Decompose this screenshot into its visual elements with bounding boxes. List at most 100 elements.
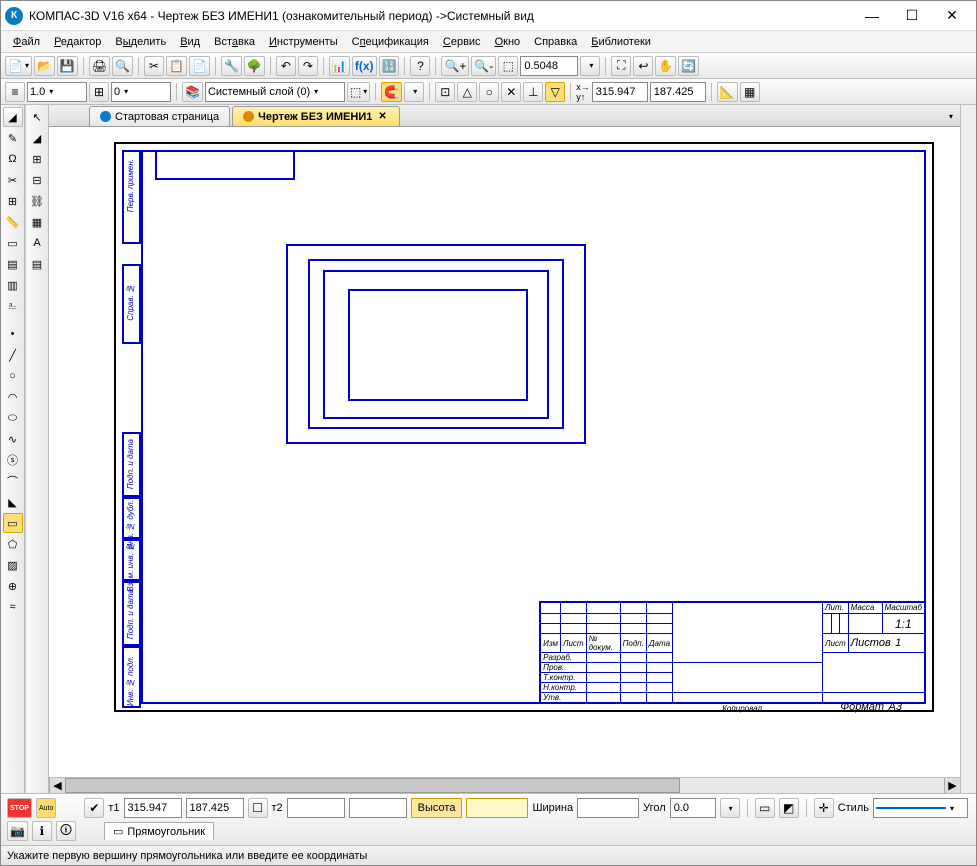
select-panel-button[interactable]: ▭ bbox=[3, 233, 23, 253]
geometry-panel-button[interactable]: ◢ bbox=[3, 107, 23, 127]
open-button[interactable]: 📂 bbox=[34, 56, 55, 76]
collect-tool-button[interactable]: ⊕ bbox=[3, 576, 23, 596]
fx-button[interactable]: f(x) bbox=[352, 56, 377, 76]
zoom-prev-button[interactable]: ↩ bbox=[633, 56, 653, 76]
redo-button[interactable]: ↷ bbox=[298, 56, 318, 76]
snap-tan-button[interactable]: ⊥ bbox=[523, 82, 543, 102]
vscrollbar[interactable] bbox=[960, 105, 976, 793]
coord-y-field[interactable]: 187.425 bbox=[650, 82, 706, 102]
save-button[interactable]: 💾 bbox=[57, 56, 78, 76]
copy-button[interactable]: 📋 bbox=[166, 56, 187, 76]
prop-tab-rectangle[interactable]: ▭ Прямоугольник bbox=[104, 822, 214, 840]
tab-drawing[interactable]: Чертеж БЕЗ ИМЕНИ1✕ bbox=[232, 106, 400, 126]
camera-button[interactable]: 📷 bbox=[7, 821, 28, 841]
layer-opts-button[interactable]: ⬚ bbox=[347, 82, 370, 102]
t2-x-field[interactable] bbox=[287, 798, 345, 818]
auto-button[interactable]: Auto bbox=[36, 798, 56, 818]
menu-select[interactable]: Выделить bbox=[109, 34, 172, 50]
aux4-button[interactable]: ⊟ bbox=[27, 170, 47, 190]
width-field[interactable] bbox=[577, 798, 639, 818]
snap-menu-button[interactable] bbox=[404, 82, 424, 102]
chamfer-tool-button[interactable]: ◣ bbox=[3, 492, 23, 512]
angle-drop-button[interactable] bbox=[720, 798, 740, 818]
step-icon[interactable]: ⊞ bbox=[89, 82, 109, 102]
zoom-in-button[interactable]: 🔍+ bbox=[441, 56, 469, 76]
tab-close-button[interactable]: ✕ bbox=[376, 111, 388, 122]
measure-panel-button[interactable]: 📏 bbox=[3, 212, 23, 232]
menu-service[interactable]: Сервис bbox=[437, 34, 487, 50]
point-tool-button[interactable]: • bbox=[3, 324, 23, 344]
minimize-button[interactable]: — bbox=[852, 4, 892, 28]
t2-y-field[interactable] bbox=[349, 798, 407, 818]
t1-y-field[interactable]: 187.425 bbox=[186, 798, 244, 818]
prop-options-button[interactable]: 🛈 bbox=[56, 821, 76, 841]
circle-tool-button[interactable]: ○ bbox=[3, 366, 23, 386]
fillet-tool-button[interactable]: ⌒ bbox=[3, 471, 23, 491]
paste-button[interactable]: 📄 bbox=[189, 56, 210, 76]
snap-end-button[interactable]: ⊡ bbox=[435, 82, 455, 102]
manager-button[interactable]: 📊 bbox=[329, 56, 350, 76]
print-button[interactable]: 🖨 bbox=[89, 56, 110, 76]
grid-button[interactable]: ▦ bbox=[740, 82, 760, 102]
spec-panel-button[interactable]: ▤ bbox=[3, 254, 23, 274]
style-combo[interactable]: ▾ bbox=[873, 798, 968, 818]
drawing-canvas[interactable]: Перв. примен. Справ. № Подп. и дата Инв.… bbox=[49, 127, 960, 777]
rectangle-tool-button[interactable]: ▭ bbox=[3, 513, 23, 533]
menu-file[interactable]: ФФайлайл bbox=[7, 34, 46, 50]
preview-button[interactable]: 🔍 bbox=[112, 56, 133, 76]
edit-panel-button[interactable]: ✂ bbox=[3, 170, 23, 190]
stop-button[interactable]: STOP bbox=[7, 798, 32, 818]
tab-start-page[interactable]: Стартовая страница bbox=[89, 106, 230, 126]
height-field[interactable] bbox=[466, 798, 528, 818]
equidist-tool-button[interactable]: ≈ bbox=[3, 597, 23, 617]
props-button[interactable]: 🔧 bbox=[221, 56, 242, 76]
zoom-fit-button[interactable]: ⛶ bbox=[611, 56, 631, 76]
hatch-tool-button[interactable]: ▨ bbox=[3, 555, 23, 575]
polygon-tool-button[interactable]: ⬠ bbox=[3, 534, 23, 554]
coord-x-field[interactable]: 315.947 bbox=[592, 82, 648, 102]
zoom-window-button[interactable]: ⬚ bbox=[498, 56, 518, 76]
snap-int-button[interactable]: ✕ bbox=[501, 82, 521, 102]
step-combo[interactable]: 0▾ bbox=[111, 82, 171, 102]
insert-panel-button[interactable]: ⎁ bbox=[3, 296, 23, 316]
close-button[interactable]: ✕ bbox=[932, 4, 972, 28]
report-panel-button[interactable]: ▥ bbox=[3, 275, 23, 295]
t2-check[interactable]: ☐ bbox=[248, 798, 268, 818]
rect-mode1-button[interactable]: ▭ bbox=[755, 798, 775, 818]
line-tool-button[interactable]: ╱ bbox=[3, 345, 23, 365]
new-button[interactable]: 📄 bbox=[5, 56, 32, 76]
scroll-left-button[interactable]: ◀ bbox=[49, 778, 65, 793]
zoom-drop-button[interactable] bbox=[580, 56, 600, 76]
menu-view[interactable]: Вид bbox=[174, 34, 206, 50]
scroll-right-button[interactable]: ▶ bbox=[944, 778, 960, 793]
ortho-button[interactable]: 📐 bbox=[717, 82, 738, 102]
lineweight-icon[interactable]: ≡ bbox=[5, 82, 25, 102]
dim-panel-button[interactable]: ✎ bbox=[3, 128, 23, 148]
text-panel-button[interactable]: Ω bbox=[3, 149, 23, 169]
hscroll-thumb[interactable] bbox=[65, 778, 680, 793]
snap-mid-button[interactable]: △ bbox=[457, 82, 477, 102]
layer-combo[interactable]: Системный слой (0)▾ bbox=[205, 82, 345, 102]
cut-button[interactable]: ✂ bbox=[144, 56, 164, 76]
undo-button[interactable]: ↶ bbox=[276, 56, 296, 76]
zoom-value-field[interactable]: 0.5048 bbox=[520, 56, 578, 76]
menu-edit[interactable]: Редактор bbox=[48, 34, 107, 50]
menu-spec[interactable]: Спецификация bbox=[346, 34, 435, 50]
aux8-button[interactable]: ▤ bbox=[27, 254, 47, 274]
maximize-button[interactable]: ☐ bbox=[892, 4, 932, 28]
aux2-button[interactable]: ◢ bbox=[27, 128, 47, 148]
lineweight-combo[interactable]: 1.0▾ bbox=[27, 82, 87, 102]
menu-help[interactable]: Справка bbox=[528, 34, 583, 50]
aux1-button[interactable]: ↖ bbox=[27, 107, 47, 127]
menu-insert[interactable]: Вставка bbox=[208, 34, 261, 50]
zoom-pan-button[interactable]: ✋ bbox=[655, 56, 676, 76]
param-panel-button[interactable]: ⊞ bbox=[3, 191, 23, 211]
arc-tool-button[interactable]: ◠ bbox=[3, 387, 23, 407]
layers-button[interactable]: 📚 bbox=[182, 82, 203, 102]
tabs-menu-button[interactable] bbox=[940, 106, 960, 126]
axes-button[interactable]: ✛ bbox=[814, 798, 834, 818]
tree-button[interactable]: 🌳 bbox=[244, 56, 265, 76]
t1-x-field[interactable]: 315.947 bbox=[124, 798, 182, 818]
hscrollbar[interactable]: ◀ ▶ bbox=[49, 777, 960, 793]
refresh-button[interactable]: 🔄 bbox=[678, 56, 699, 76]
